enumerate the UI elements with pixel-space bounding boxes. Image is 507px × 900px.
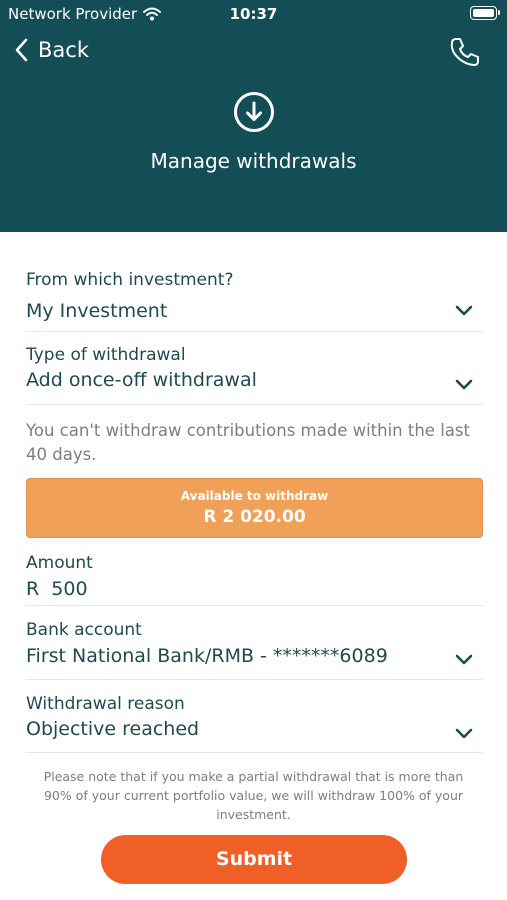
available-amount: R 2 020.00 xyxy=(203,507,306,527)
investment-select[interactable]: From which investment? My Investment xyxy=(26,265,483,332)
chevron-down-icon xyxy=(455,654,473,665)
bank-account-label: Bank account xyxy=(26,620,142,640)
investment-value: My Investment xyxy=(26,300,168,322)
investment-label: From which investment? xyxy=(26,270,234,290)
partial-withdrawal-disclaimer: Please note that if you make a partial w… xyxy=(43,769,464,822)
phone-icon xyxy=(450,38,479,66)
page-title: Manage withdrawals xyxy=(150,149,357,173)
withdrawal-type-select[interactable]: Type of withdrawal Add once-off withdraw… xyxy=(26,332,483,405)
bank-account-value: First National Bank/RMB - *******6089 xyxy=(26,645,388,667)
back-label: Back xyxy=(38,38,89,62)
withdrawal-reason-value: Objective reached xyxy=(26,718,200,740)
chevron-down-icon xyxy=(455,379,473,390)
status-bar: Network Provider 10:37 xyxy=(0,0,507,28)
chevron-left-icon xyxy=(15,38,28,62)
bank-account-select[interactable]: Bank account First National Bank/RMB - *… xyxy=(26,606,483,680)
amount-field[interactable]: Amount R 500 xyxy=(26,546,483,606)
withdrawal-reason-select[interactable]: Withdrawal reason Objective reached xyxy=(26,680,483,753)
withdrawal-type-label: Type of withdrawal xyxy=(26,345,186,365)
status-time: 10:37 xyxy=(229,5,278,23)
submit-button[interactable]: Submit xyxy=(101,835,407,884)
call-button[interactable] xyxy=(449,36,481,68)
contribution-note: You can't withdraw contributions made wi… xyxy=(26,421,470,464)
header: Network Provider 10:37 Back Manage withd… xyxy=(0,0,507,232)
withdrawal-reason-label: Withdrawal reason xyxy=(26,694,185,714)
download-circle-icon xyxy=(234,92,274,132)
available-to-withdraw-card: Available to withdraw R 2 020.00 xyxy=(26,478,483,538)
chevron-down-icon xyxy=(455,728,473,739)
available-label: Available to withdraw xyxy=(180,489,329,503)
battery-icon xyxy=(470,6,500,20)
amount-label: Amount xyxy=(26,553,93,573)
amount-value: R 500 xyxy=(26,578,88,600)
chevron-down-icon xyxy=(455,305,473,316)
back-button[interactable]: Back xyxy=(14,38,89,62)
withdrawal-type-value: Add once-off withdrawal xyxy=(26,369,257,391)
